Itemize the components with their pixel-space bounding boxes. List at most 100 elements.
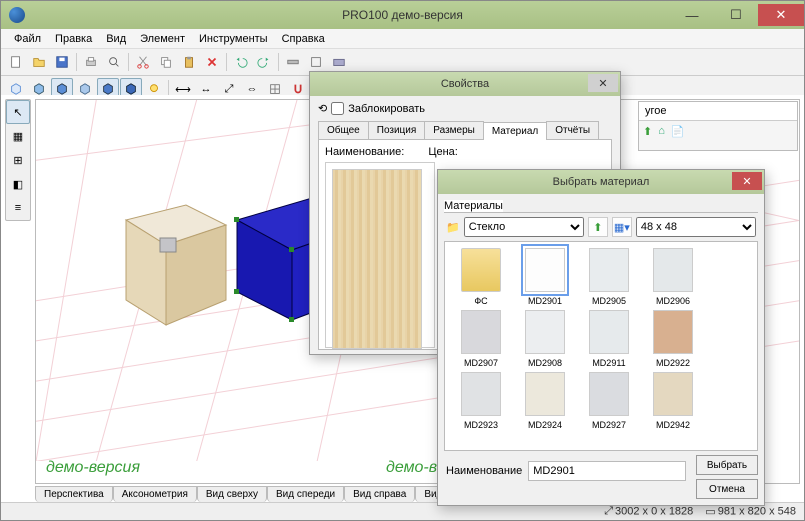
material-item[interactable]: MD2901 <box>515 248 575 306</box>
menu-view[interactable]: Вид <box>99 31 133 47</box>
rotate-handle-icon[interactable]: ⟲ <box>318 102 327 115</box>
material-item[interactable]: MD2906 <box>643 248 703 306</box>
undo-icon[interactable] <box>230 51 252 73</box>
properties-close-button[interactable]: ✕ <box>588 74 618 92</box>
up-folder-icon[interactable]: ⬆ <box>588 217 608 237</box>
properties-title[interactable]: Свойства ✕ <box>310 72 620 96</box>
ptab-reports[interactable]: Отчёты <box>546 121 599 139</box>
save-icon[interactable] <box>51 51 73 73</box>
tool3-icon[interactable] <box>328 51 350 73</box>
vtool2-icon[interactable]: ▦ <box>6 124 30 148</box>
object-cabinet-wood[interactable] <box>116 190 236 330</box>
lock-label: Заблокировать <box>348 103 425 115</box>
new-icon[interactable] <box>5 51 27 73</box>
tab-top[interactable]: Вид сверху <box>197 486 267 502</box>
material-item-label: MD2911 <box>579 358 639 368</box>
menu-edit[interactable]: Правка <box>48 31 99 47</box>
app-icon <box>9 7 25 23</box>
folder-icon: 📁 <box>446 221 460 234</box>
print-icon[interactable] <box>80 51 102 73</box>
ptab-material[interactable]: Материал <box>483 122 547 140</box>
material-picker-dialog[interactable]: Выбрать материал ✕ Материалы 📁 Стекло ⬆ … <box>437 169 765 506</box>
material-item-label: ФС <box>451 296 511 306</box>
material-name-field-label: Наименование <box>446 465 522 477</box>
material-price-label: Цена: <box>428 146 458 158</box>
maximize-button[interactable]: ☐ <box>714 4 758 26</box>
tab-axon[interactable]: Аксонометрия <box>113 486 197 502</box>
property-tabs: Общее Позиция Размеры Материал Отчёты <box>318 121 612 140</box>
material-item[interactable]: ФС <box>451 248 511 306</box>
material-item[interactable]: MD2908 <box>515 310 575 368</box>
pointer-icon[interactable]: ↖ <box>6 100 30 124</box>
minimize-button[interactable]: — <box>670 4 714 26</box>
material-picker-title[interactable]: Выбрать материал ✕ <box>438 170 764 194</box>
window-title: PRO100 демо-версия <box>342 8 463 22</box>
window-titlebar: PRO100 демо-версия — ☐ ✕ <box>1 1 804 29</box>
status-dims: 981 x 820 x 548 <box>718 505 796 517</box>
material-item-label: MD2906 <box>643 296 703 306</box>
menu-tools[interactable]: Инструменты <box>192 31 275 47</box>
tool2-icon[interactable] <box>305 51 327 73</box>
view-mode-icon[interactable]: ▦▾ <box>612 217 632 237</box>
sidebar-list-icon[interactable]: 📄 <box>671 125 685 138</box>
sidebar-up-icon[interactable]: ⬆ <box>643 125 652 138</box>
copy-icon[interactable] <box>155 51 177 73</box>
materials-tab[interactable]: Материалы <box>444 200 503 212</box>
tab-front[interactable]: Вид спереди <box>267 486 344 502</box>
material-item-label: MD2942 <box>643 420 703 430</box>
material-item[interactable]: MD2922 <box>643 310 703 368</box>
material-item[interactable]: MD2907 <box>451 310 511 368</box>
tab-right[interactable]: Вид справа <box>344 486 415 502</box>
ptab-general[interactable]: Общее <box>318 121 369 139</box>
open-icon[interactable] <box>28 51 50 73</box>
folder-select[interactable]: Стекло <box>464 217 584 237</box>
cut-icon[interactable] <box>132 51 154 73</box>
material-item-label: MD2922 <box>643 358 703 368</box>
material-name-input[interactable] <box>528 461 686 481</box>
material-item-label: MD2905 <box>579 296 639 306</box>
vtool4-icon[interactable]: ◧ <box>6 172 30 196</box>
material-item-label: MD2901 <box>515 296 575 306</box>
tab-perspective[interactable]: Перспектива <box>35 486 113 502</box>
material-item[interactable]: MD2911 <box>579 310 639 368</box>
material-preview[interactable] <box>332 169 422 349</box>
material-item[interactable]: MD2927 <box>579 372 639 430</box>
cancel-button[interactable]: Отмена <box>696 479 758 499</box>
vtool3-icon[interactable]: ⊞ <box>6 148 30 172</box>
delete-icon[interactable] <box>201 51 223 73</box>
material-picker-close-button[interactable]: ✕ <box>732 172 762 190</box>
material-grid[interactable]: ФС MD2901 MD2905 MD2906 MD2907 MD2908 MD2911 MD… <box>444 241 758 451</box>
select-button[interactable]: Выбрать <box>696 455 758 475</box>
menu-file[interactable]: Файл <box>7 31 48 47</box>
material-item[interactable]: MD2905 <box>579 248 639 306</box>
sidebar-tab[interactable]: угое <box>639 102 797 121</box>
material-item-label: MD2908 <box>515 358 575 368</box>
material-item[interactable]: MD2924 <box>515 372 575 430</box>
material-item[interactable]: MD2923 <box>451 372 511 430</box>
close-button[interactable]: ✕ <box>758 4 804 26</box>
coords-icon: ⤢ <box>604 505 613 518</box>
menu-help[interactable]: Справка <box>275 31 332 47</box>
material-item-label: MD2907 <box>451 358 511 368</box>
vertical-toolbar: ↖ ▦ ⊞ ◧ ≡ <box>5 99 31 221</box>
thumb-size-select[interactable]: 48 x 48 <box>636 217 756 237</box>
vtool5-icon[interactable]: ≡ <box>6 196 30 220</box>
menu-element[interactable]: Элемент <box>133 31 192 47</box>
right-sidebar: угое ⬆ ⌂ 📄 <box>638 101 798 151</box>
material-name-label: Наименование: <box>325 146 404 158</box>
ptab-size[interactable]: Размеры <box>424 121 484 139</box>
dims-icon: ▭ <box>705 505 715 518</box>
material-toolbar: 📁 Стекло ⬆ ▦▾ 48 x 48 <box>444 213 758 241</box>
material-item[interactable]: MD2942 <box>643 372 703 430</box>
paste-icon[interactable] <box>178 51 200 73</box>
sidebar-home-icon[interactable]: ⌂ <box>658 125 665 138</box>
ptab-position[interactable]: Позиция <box>368 121 426 139</box>
tool-icon[interactable] <box>282 51 304 73</box>
material-item-label: MD2927 <box>579 420 639 430</box>
redo-icon[interactable] <box>253 51 275 73</box>
status-coords: 3002 x 0 x 1828 <box>615 505 693 517</box>
lock-checkbox[interactable] <box>331 102 344 115</box>
preview-icon[interactable] <box>103 51 125 73</box>
menu-bar: Файл Правка Вид Элемент Инструменты Спра… <box>1 29 804 49</box>
material-item-label: MD2923 <box>451 420 511 430</box>
